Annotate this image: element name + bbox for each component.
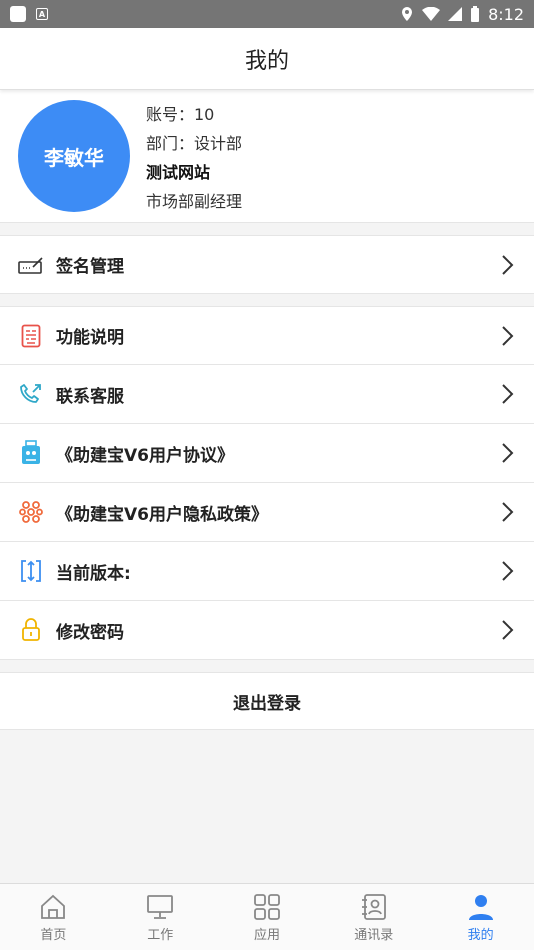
chevron-right-icon [502, 254, 514, 275]
menu-signature-label: 签名管理 [56, 257, 124, 277]
keyboard-icon: A [36, 8, 48, 20]
menu-features[interactable]: 功能说明 [0, 306, 534, 365]
bottom-tab-bar: 首页 工作 应用 通讯录 我的 [0, 883, 534, 950]
menu-support[interactable]: 联系客服 [0, 365, 534, 424]
signal-icon [448, 7, 463, 21]
menu-privacy[interactable]: 《助建宝V6用户隐私政策》 [0, 483, 534, 542]
tab-apps-label: 应用 [253, 927, 280, 943]
version-icon [18, 558, 44, 584]
menu-version[interactable]: 当前版本: [0, 542, 534, 601]
position-text: 市场部副经理 [146, 191, 243, 211]
user-icon [468, 894, 493, 920]
chevron-right-icon [502, 384, 514, 404]
status-time: 8:12 [488, 4, 524, 24]
contacts-icon [361, 893, 386, 920]
chevron-right-icon [502, 561, 514, 581]
menu-version-label: 当前版本: [56, 563, 131, 584]
menu-signature[interactable]: 签名管理 [0, 235, 534, 294]
tab-work-label: 工作 [147, 927, 174, 943]
menu-agreement[interactable]: 《助建宝V6用户协议》 [0, 424, 534, 483]
account-text: 账号：10 [146, 104, 215, 124]
battery-icon [471, 6, 480, 22]
status-bar: A 8:12 [0, 0, 534, 28]
menu-privacy-label: 《助建宝V6用户隐私政策》 [56, 504, 268, 525]
menu-password[interactable]: 修改密码 [0, 601, 534, 660]
menu-agreement-label: 《助建宝V6用户协议》 [56, 445, 234, 466]
tab-contacts-label: 通讯录 [354, 927, 394, 943]
chevron-right-icon [502, 325, 514, 346]
grid-icon [254, 893, 280, 920]
tab-home-label: 首页 [40, 927, 67, 943]
home-icon [41, 894, 66, 919]
lock-icon [18, 617, 44, 643]
chevron-right-icon [502, 620, 514, 640]
menu-password-label: 修改密码 [56, 622, 124, 643]
phone-icon [18, 381, 44, 407]
notification-icon [10, 6, 26, 22]
document-icon [18, 323, 44, 349]
menu-support-label: 联系客服 [56, 386, 124, 407]
tab-work[interactable]: 工作 [107, 884, 214, 950]
page-title: 我的 [0, 28, 534, 90]
chevron-right-icon [502, 502, 514, 522]
menu-features-label: 功能说明 [56, 328, 124, 348]
tab-apps[interactable]: 应用 [214, 884, 321, 950]
logout-button[interactable]: 退出登录 [0, 672, 534, 730]
avatar[interactable]: 李敏华 [18, 100, 130, 212]
location-icon [402, 7, 413, 21]
monitor-icon [147, 894, 174, 919]
tab-contacts[interactable]: 通讯录 [320, 884, 427, 950]
tab-home[interactable]: 首页 [0, 884, 107, 950]
org-text: 测试网站 [146, 162, 211, 182]
privacy-icon [18, 499, 44, 525]
department-text: 部门：设计部 [146, 133, 243, 153]
wifi-icon [422, 7, 441, 21]
agreement-icon [18, 440, 44, 466]
signature-icon [18, 252, 44, 278]
tab-mine[interactable]: 我的 [427, 884, 534, 950]
chevron-right-icon [502, 443, 514, 463]
tab-mine-label: 我的 [467, 927, 494, 943]
profile-card: 李敏华 账号：10 部门：设计部 测试网站 市场部副经理 [0, 90, 534, 223]
